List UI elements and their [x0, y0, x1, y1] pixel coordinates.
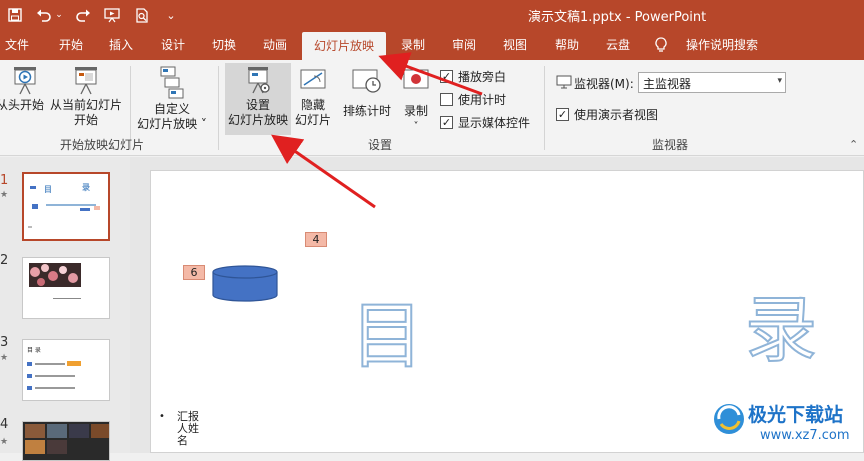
ribbon: 从头开始 从当前幻灯片 开始 自定义 幻灯片放映 ˅ 开始放映幻灯片 设置 幻灯…	[0, 60, 864, 156]
monitor-label: 监视器(M):	[574, 77, 634, 91]
monitor-select[interactable]: 主监视器 ▾	[638, 72, 786, 93]
tab-design[interactable]: 设计	[156, 30, 190, 60]
from-current-slide-icon	[75, 67, 97, 95]
group-label-monitors: 监视器	[652, 138, 689, 152]
setup-slideshow-icon	[248, 67, 270, 94]
slide-thumbnail-2[interactable]	[22, 257, 110, 319]
thumb-photo-flowers	[29, 263, 81, 299]
lightbulb-icon	[655, 37, 667, 56]
slide-number: 2	[0, 253, 9, 268]
print-preview-icon[interactable]	[131, 4, 153, 26]
checkbox-box: ✓	[440, 116, 453, 129]
tab-cloud[interactable]: 云盘	[601, 30, 635, 60]
hide-slide-button[interactable]: 隐藏 幻灯片	[293, 66, 333, 128]
chevron-down-icon: ▾	[777, 76, 782, 86]
slide-thumbnail-3[interactable]: 目 录	[22, 339, 110, 401]
ribbon-separator	[544, 66, 545, 150]
checkbox-box: ✓	[440, 70, 453, 83]
thumb-shape	[27, 386, 32, 390]
collapse-ribbon-icon[interactable]: ⌃	[849, 138, 858, 151]
checkbox-box: ✓	[556, 108, 569, 121]
animation-order-tag[interactable]: 6	[183, 265, 205, 280]
slide-number: 1	[0, 173, 9, 188]
save-icon[interactable]	[4, 4, 26, 26]
custom-slideshow-icon	[160, 66, 184, 99]
tab-animations[interactable]: 动画	[258, 30, 292, 60]
thumb-line	[35, 375, 75, 377]
show-media-controls-checkbox[interactable]: ✓ 显示媒体控件	[440, 114, 530, 131]
ribbon-separator	[218, 66, 219, 150]
tab-slideshow[interactable]: 幻灯片放映	[302, 32, 386, 60]
from-current-slide-button[interactable]: 从当前幻灯片 开始	[48, 66, 124, 128]
watermark-logo-icon	[714, 404, 744, 434]
cylinder-shape[interactable]	[212, 265, 278, 303]
watermark-brand: 极光下载站	[748, 404, 844, 426]
thumb-photo-collage	[23, 422, 109, 460]
custom-slideshow-button[interactable]: 自定义 幻灯片放映 ˅	[134, 66, 210, 132]
record-icon	[403, 69, 429, 89]
star-icon: ★	[0, 437, 9, 447]
customize-qat-icon[interactable]: ⌄	[160, 4, 182, 26]
watermark: 极光下载站 www.xz7.com	[712, 398, 862, 450]
rehearse-timings-icon	[352, 69, 381, 93]
undo-icon[interactable]	[33, 4, 55, 26]
thumb-line	[35, 387, 75, 389]
thumb-line	[28, 226, 32, 228]
from-beginning-button[interactable]: 从头开始	[0, 66, 46, 113]
redo-icon[interactable]	[72, 4, 94, 26]
tab-file[interactable]: 文件	[2, 30, 32, 60]
checkbox-box	[440, 93, 453, 106]
watermark-url: www.xz7.com	[760, 428, 850, 443]
tab-help[interactable]: 帮助	[550, 30, 584, 60]
title-text-mu[interactable]: 目	[350, 277, 424, 382]
thumb-shape	[32, 204, 38, 209]
thumb-line	[35, 363, 65, 365]
from-beginning-icon	[14, 67, 36, 95]
thumb-shape	[30, 186, 36, 189]
tab-transitions[interactable]: 切换	[207, 30, 241, 60]
undo-dropdown-icon[interactable]: ⌄	[53, 4, 65, 26]
tell-me-search[interactable]: 操作说明搜索	[682, 30, 762, 60]
tab-record[interactable]: 录制	[396, 30, 430, 60]
star-icon: ★	[0, 353, 9, 363]
thumb-line	[46, 204, 96, 206]
slide-thumbnail-4[interactable]	[22, 421, 110, 461]
animation-order-tag[interactable]: 4	[305, 232, 327, 247]
bullet: •	[159, 411, 165, 422]
thumb-shape	[67, 361, 81, 366]
group-label-start-slideshow: 开始放映幻灯片	[60, 138, 145, 152]
group-label-setup: 设置	[368, 138, 393, 152]
tab-view[interactable]: 视图	[498, 30, 532, 60]
ribbon-tab-bar: 文件 开始 插入 设计 切换 动画 幻灯片放映 录制 审阅 视图 帮助 云盘 操…	[0, 30, 864, 60]
title-bar: ⌄ ⌄ 演示文稿1.pptx - PowerPoint	[0, 0, 864, 30]
thumb-shape	[27, 374, 32, 378]
tab-insert[interactable]: 插入	[104, 30, 138, 60]
thumb-shape	[94, 206, 100, 210]
hide-slide-icon	[300, 69, 326, 89]
slide-thumbnail-pane: 1 ★ 目 录 2 3 ★ 目 录 4 ★	[0, 157, 130, 461]
start-slideshow-icon[interactable]	[101, 4, 123, 26]
monitor-icon	[556, 75, 572, 92]
presenter-view-checkbox[interactable]: ✓ 使用演示者视图	[556, 106, 658, 123]
slide-thumbnail-1[interactable]: 目 录	[22, 172, 110, 241]
record-button[interactable]: 录制 ˅	[398, 66, 434, 134]
thumb-shape	[80, 208, 90, 211]
star-icon: ★	[0, 190, 9, 200]
tab-home[interactable]: 开始	[54, 30, 88, 60]
document-title: 演示文稿1.pptx - PowerPoint	[528, 10, 707, 25]
title-text-lu[interactable]: 录	[744, 271, 818, 376]
thumb-shape	[27, 362, 32, 366]
play-narrations-checkbox[interactable]: ✓ 播放旁白	[440, 68, 506, 85]
slide-number: 3	[0, 335, 9, 350]
rehearse-timings-button[interactable]: 排练计时	[339, 66, 395, 119]
use-timings-checkbox[interactable]: 使用计时	[440, 91, 506, 108]
setup-slideshow-button[interactable]: 设置 幻灯片放映	[225, 63, 291, 135]
tab-review[interactable]: 审阅	[447, 30, 481, 60]
slide-number: 4	[0, 417, 9, 432]
presenter-name-textbox[interactable]: 汇报 人姓 名	[177, 411, 199, 447]
